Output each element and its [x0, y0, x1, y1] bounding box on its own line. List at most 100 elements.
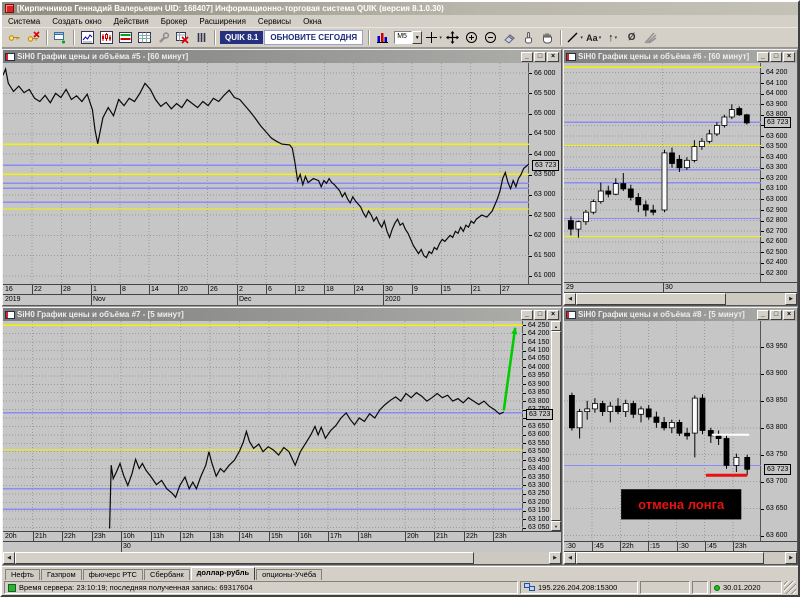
- price-tick: [761, 94, 764, 95]
- scroll-left-button[interactable]: ◀: [564, 293, 576, 305]
- orders-table-icon[interactable]: [135, 29, 154, 46]
- price-tick: [523, 460, 526, 461]
- toolbar-separator: [73, 30, 75, 45]
- key-connect-icon[interactable]: [5, 29, 24, 46]
- menu-Действия[interactable]: Действия: [108, 15, 155, 27]
- maximize-button[interactable]: □: [770, 51, 782, 62]
- menu-Система[interactable]: Система: [2, 15, 46, 27]
- scrollbar-thumb[interactable]: [551, 331, 561, 521]
- close-button[interactable]: ×: [783, 309, 795, 320]
- close-button[interactable]: ×: [783, 51, 795, 62]
- interval-combobox[interactable]: M5 ▼: [394, 31, 423, 44]
- close-button[interactable]: ×: [547, 51, 559, 62]
- tab-Газпром[interactable]: Газпром: [40, 569, 82, 580]
- bar-chart-icon[interactable]: [373, 29, 392, 46]
- tab-доллар-рубль[interactable]: доллар-рубль: [190, 567, 256, 580]
- chart-plot-area[interactable]: [564, 63, 761, 282]
- update-today-button[interactable]: ОБНОВИТЕ СЕГОДНЯ: [264, 30, 364, 45]
- candle-chart-icon[interactable]: [97, 29, 116, 46]
- zoom-in-icon[interactable]: [462, 29, 481, 46]
- chart-window-8-titlebar[interactable]: SiH0 График цены и объёма #8 - [5 минут]…: [564, 308, 797, 321]
- scroll-left-button[interactable]: ◀: [564, 552, 576, 564]
- price-tick: [529, 175, 532, 176]
- time-tick-label: 9: [414, 286, 418, 293]
- scroll-left-button[interactable]: ◀: [3, 552, 15, 564]
- menu-Расширения[interactable]: Расширения: [193, 15, 252, 27]
- menu-Сервисы[interactable]: Сервисы: [252, 15, 297, 27]
- minimize-button[interactable]: _: [757, 51, 769, 62]
- time-tick-label: :30: [679, 543, 689, 550]
- price-tick: [761, 374, 764, 375]
- horizontal-scrollbar[interactable]: ◀ ▶: [3, 552, 561, 564]
- point-hand-icon[interactable]: [519, 29, 538, 46]
- wrench-icon[interactable]: [154, 29, 173, 46]
- time-tick-label: 14h: [241, 533, 253, 540]
- chart-window-7: SiH0 График цены и объёма #7 - [5 минут]…: [2, 307, 562, 565]
- chart-plot-area[interactable]: [3, 321, 523, 531]
- price-tick-label: 62 400: [766, 259, 788, 266]
- maximize-button[interactable]: □: [534, 309, 546, 320]
- resize-grip[interactable]: [784, 581, 796, 594]
- scrollbar-thumb[interactable]: [576, 293, 726, 305]
- chart-plot-area[interactable]: [3, 63, 530, 284]
- combo-dropdown-button[interactable]: ▼: [412, 31, 423, 44]
- chart-plot-area[interactable]: отмена лонга: [564, 321, 761, 541]
- crosshair-icon[interactable]: ▾: [424, 29, 443, 46]
- horizontal-scrollbar[interactable]: ◀ ▶: [564, 552, 797, 564]
- horizontal-scrollbar[interactable]: ◀ ▶: [564, 293, 797, 305]
- time-tick-row: 29 30: [564, 283, 797, 293]
- close-button[interactable]: ×: [547, 309, 559, 320]
- chart-window-6-titlebar[interactable]: SiH0 График цены и объёма #6 - [60 минут…: [564, 50, 797, 63]
- list-icon[interactable]: [192, 29, 211, 46]
- chart-window-icon: [566, 310, 576, 319]
- new-table-icon[interactable]: [51, 29, 70, 46]
- scroll-right-button[interactable]: ▶: [549, 552, 561, 564]
- scroll-right-button[interactable]: ▶: [785, 293, 797, 305]
- minimize-button[interactable]: _: [757, 309, 769, 320]
- arrow-tool-icon[interactable]: ↑ ▾: [603, 29, 622, 46]
- fan-lines-icon[interactable]: [641, 29, 660, 46]
- time-tick-label: 20h: [5, 533, 17, 540]
- tab-Нефть[interactable]: Нефть: [5, 569, 40, 580]
- minimize-button[interactable]: _: [521, 51, 533, 62]
- tab-опционы-Учёба[interactable]: опционы-Учёба: [256, 569, 323, 580]
- tab-Сбербанк[interactable]: Сбербанк: [143, 569, 190, 580]
- menu-Создать окно[interactable]: Создать окно: [46, 15, 107, 27]
- time-cell-divider: [663, 283, 664, 292]
- window-titlebar[interactable]: [Кирпичников Геннадий Валерьевич UID: 16…: [2, 2, 798, 15]
- scroll-right-button[interactable]: ▶: [785, 552, 797, 564]
- price-tick-label: 63 600: [766, 532, 788, 539]
- maximize-button[interactable]: □: [770, 309, 782, 320]
- scrollbar-thumb[interactable]: [576, 552, 764, 564]
- menu-Брокер[interactable]: Брокер: [155, 15, 194, 27]
- pan-hand-icon[interactable]: [538, 29, 557, 46]
- online-indicator-icon: [714, 584, 720, 591]
- price-tick-label: 63 800: [766, 424, 788, 431]
- zoom-out-icon[interactable]: [481, 29, 500, 46]
- line-tool-icon[interactable]: ▾: [565, 29, 584, 46]
- chart-window-5-titlebar[interactable]: SiH0 График цены и объёма #5 - [60 минут…: [3, 50, 561, 63]
- menu-Окна[interactable]: Окна: [297, 15, 328, 27]
- key-disconnect-icon[interactable]: [24, 29, 43, 46]
- chart-window-title: SiH0 График цены и объёма #6 - [60 минут…: [578, 52, 750, 61]
- scroll-up-button[interactable]: ▲: [551, 321, 561, 331]
- minimize-button[interactable]: _: [521, 309, 533, 320]
- move-icon[interactable]: [443, 29, 462, 46]
- price-tick: [529, 93, 532, 94]
- line-chart-icon[interactable]: [78, 29, 97, 46]
- tab-фьючерс РТС[interactable]: фьючерс РТС: [82, 569, 143, 580]
- scrollbar-thumb[interactable]: [15, 552, 474, 564]
- quotes-table-icon[interactable]: [116, 29, 135, 46]
- vertical-scrollbar[interactable]: ▲ ▼: [551, 321, 561, 531]
- delete-table-icon[interactable]: [173, 29, 192, 46]
- text-tool-icon[interactable]: Aa ▾: [584, 29, 603, 46]
- hide-levels-icon[interactable]: Ø: [622, 29, 641, 46]
- toolbar: QUIK 8.1 ОБНОВИТЕ СЕГОДНЯ M5 ▼ ▾ ▾ Aa ▾ ↑ ▾ Ø: [2, 28, 798, 48]
- chart-window-7-titlebar[interactable]: SiH0 График цены и объёма #7 - [5 минут]…: [3, 308, 561, 321]
- price-tick-label: 64 000: [528, 364, 550, 371]
- eraser-icon[interactable]: [500, 29, 519, 46]
- maximize-button[interactable]: □: [534, 51, 546, 62]
- scroll-down-button[interactable]: ▼: [551, 521, 561, 531]
- window-title: [Кирпичников Геннадий Валерьевич UID: 16…: [17, 4, 444, 13]
- price-tick-label: 64 250: [528, 322, 550, 329]
